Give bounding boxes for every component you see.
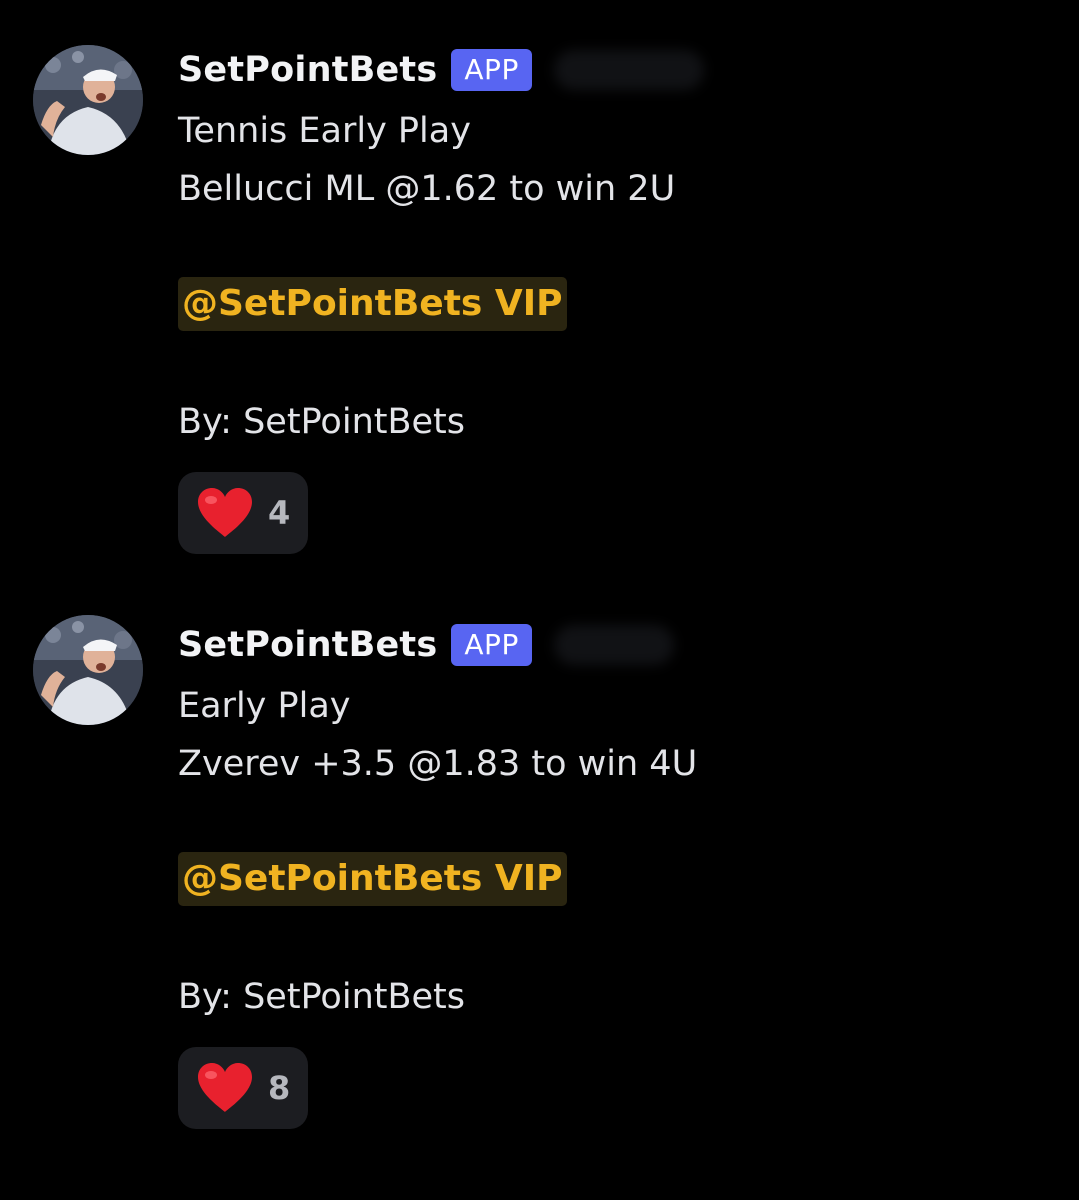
app-badge: APP [451, 49, 532, 91]
avatar[interactable] [33, 45, 143, 155]
byline: By: SetPointBets [178, 402, 465, 442]
redacted-timestamp [553, 625, 674, 665]
role-mention[interactable]: @SetPointBets VIP [178, 852, 567, 906]
avatar-image [33, 45, 143, 155]
app-badge: APP [451, 624, 532, 666]
reaction-count: 4 [268, 494, 291, 532]
byline: By: SetPointBets [178, 977, 465, 1017]
reaction-button[interactable]: 8 [178, 1047, 309, 1129]
message-line: Tennis Early Play [178, 111, 471, 151]
heart-icon [198, 488, 252, 537]
redacted-timestamp [553, 50, 704, 90]
message-line: Zverev +3.5 @1.83 to win 4U [178, 744, 698, 784]
message-line: Bellucci ML @1.62 to win 2U [178, 169, 676, 209]
reaction-count: 8 [268, 1069, 291, 1107]
avatar[interactable] [33, 615, 143, 725]
role-mention[interactable]: @SetPointBets VIP [178, 277, 567, 331]
username[interactable]: SetPointBets [178, 625, 437, 665]
username[interactable]: SetPointBets [178, 50, 437, 90]
heart-icon [198, 1063, 252, 1112]
message-line: Early Play [178, 686, 351, 726]
reaction-button[interactable]: 4 [178, 472, 309, 554]
avatar-image [33, 615, 143, 725]
